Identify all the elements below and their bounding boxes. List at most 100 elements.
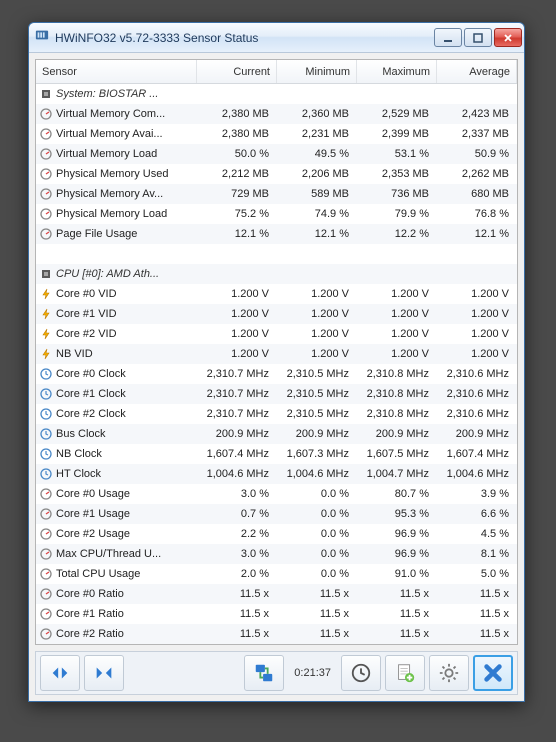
value-avg: 2,310.6 MHz (437, 388, 517, 400)
sensor-row[interactable]: HT Clock1,004.6 MHz1,004.6 MHz1,004.7 MH… (36, 464, 517, 484)
value-min: 1.200 V (277, 308, 357, 320)
sensor-row[interactable]: Physical Memory Av...729 MB589 MB736 MB6… (36, 184, 517, 204)
value-avg: 4.5 % (437, 528, 517, 540)
sensor-row[interactable]: Core #1 VID1.200 V1.200 V1.200 V1.200 V (36, 304, 517, 324)
sensor-name: Core #2 Clock (56, 408, 126, 420)
table-body[interactable]: System: BIOSTAR ... Virtual Memory Com...… (36, 84, 517, 644)
settings-button[interactable] (429, 655, 469, 691)
value-min: 2,310.5 MHz (277, 408, 357, 420)
gauge-icon (40, 488, 52, 500)
table-header[interactable]: Sensor Current Minimum Maximum Average (36, 60, 517, 84)
refresh-button[interactable] (244, 655, 284, 691)
close-sensors-button[interactable] (473, 655, 513, 691)
bolt-icon (40, 348, 52, 360)
col-maximum[interactable]: Maximum (357, 60, 437, 83)
value-max: 1.200 V (357, 308, 437, 320)
sensor-row[interactable]: Virtual Memory Com...2,380 MB2,360 MB2,5… (36, 104, 517, 124)
value-current: 2,310.7 MHz (197, 388, 277, 400)
chip-icon (40, 268, 52, 280)
minimize-button[interactable] (434, 28, 462, 47)
sensor-table: Sensor Current Minimum Maximum Average S… (35, 59, 518, 645)
value-min: 1,004.6 MHz (277, 468, 357, 480)
value-avg: 3.9 % (437, 488, 517, 500)
value-max: 2,353 MB (357, 168, 437, 180)
clock-button[interactable] (341, 655, 381, 691)
sensor-row[interactable]: Total CPU Usage2.0 %0.0 %91.0 %5.0 % (36, 564, 517, 584)
sensor-name: Virtual Memory Com... (56, 108, 165, 120)
close-button[interactable] (494, 28, 522, 47)
gauge-icon (40, 208, 52, 220)
sensor-name: Virtual Memory Avai... (56, 128, 163, 140)
sensor-row[interactable]: Virtual Memory Load50.0 %49.5 %53.1 %50.… (36, 144, 517, 164)
sensor-row[interactable]: Core #2 Usage2.2 %0.0 %96.9 %4.5 % (36, 524, 517, 544)
sensor-row[interactable]: Physical Memory Used2,212 MB2,206 MB2,35… (36, 164, 517, 184)
value-max: 2,310.8 MHz (357, 388, 437, 400)
col-average[interactable]: Average (437, 60, 517, 83)
gauge-icon (40, 148, 52, 160)
sensor-row[interactable]: Core #2 Clock2,310.7 MHz2,310.5 MHz2,310… (36, 404, 517, 424)
value-current: 1.200 V (197, 308, 277, 320)
value-min: 1.200 V (277, 288, 357, 300)
sensor-name: HT Clock (56, 468, 101, 480)
sensor-name: Page File Usage (56, 228, 137, 240)
group-row[interactable]: CPU [#0]: AMD Ath... (36, 264, 517, 284)
value-current: 2,212 MB (197, 168, 277, 180)
value-current: 3.0 % (197, 548, 277, 560)
clockring-icon (40, 428, 52, 440)
sensor-row[interactable]: Core #2 VID1.200 V1.200 V1.200 V1.200 V (36, 324, 517, 344)
bolt-icon (40, 288, 52, 300)
value-current: 12.1 % (197, 228, 277, 240)
sensor-row[interactable]: Core #0 Usage3.0 %0.0 %80.7 %3.9 % (36, 484, 517, 504)
sensor-row[interactable]: Core #0 Ratio11.5 x11.5 x11.5 x11.5 x (36, 584, 517, 604)
gauge-icon (40, 188, 52, 200)
maximize-button[interactable] (464, 28, 492, 47)
sensor-row[interactable]: Max CPU/Thread U...3.0 %0.0 %96.9 %8.1 % (36, 544, 517, 564)
value-min: 0.0 % (277, 528, 357, 540)
value-current: 1.200 V (197, 328, 277, 340)
value-min: 12.1 % (277, 228, 357, 240)
col-sensor[interactable]: Sensor (36, 60, 197, 83)
sensor-row[interactable]: NB Clock1,607.4 MHz1,607.3 MHz1,607.5 MH… (36, 444, 517, 464)
sensor-row[interactable]: Core #1 Clock2,310.7 MHz2,310.5 MHz2,310… (36, 384, 517, 404)
sensor-row[interactable]: Bus Clock200.9 MHz200.9 MHz200.9 MHz200.… (36, 424, 517, 444)
value-current: 1.200 V (197, 348, 277, 360)
sensor-row[interactable]: Physical Memory Load75.2 %74.9 %79.9 %76… (36, 204, 517, 224)
gauge-icon (40, 548, 52, 560)
sensor-name: NB VID (56, 348, 93, 360)
expand-button[interactable] (40, 655, 80, 691)
value-max: 11.5 x (357, 608, 437, 620)
value-max: 11.5 x (357, 588, 437, 600)
sensor-row[interactable]: Virtual Memory Avai...2,380 MB2,231 MB2,… (36, 124, 517, 144)
value-min: 1,607.3 MHz (277, 448, 357, 460)
titlebar[interactable]: HWiNFO32 v5.72-3333 Sensor Status (29, 23, 524, 53)
sensor-row[interactable]: Page File Usage12.1 %12.1 %12.2 %12.1 % (36, 224, 517, 244)
sensor-row[interactable]: Core #0 Clock2,310.7 MHz2,310.5 MHz2,310… (36, 364, 517, 384)
sensor-row[interactable]: Core #0 VID1.200 V1.200 V1.200 V1.200 V (36, 284, 517, 304)
sensor-name: NB Clock (56, 448, 102, 460)
log-button[interactable] (385, 655, 425, 691)
value-current: 2,380 MB (197, 108, 277, 120)
value-avg: 2,310.6 MHz (437, 368, 517, 380)
sensor-row[interactable]: Core #1 Ratio11.5 x11.5 x11.5 x11.5 x (36, 604, 517, 624)
sensor-row[interactable]: Core #2 Ratio11.5 x11.5 x11.5 x11.5 x (36, 624, 517, 644)
col-minimum[interactable]: Minimum (277, 60, 357, 83)
value-current: 1,607.4 MHz (197, 448, 277, 460)
value-current: 3.0 % (197, 488, 277, 500)
sensor-row[interactable]: NB VID1.200 V1.200 V1.200 V1.200 V (36, 344, 517, 364)
sensor-name: Core #0 Ratio (56, 588, 124, 600)
value-min: 0.0 % (277, 568, 357, 580)
gauge-icon (40, 108, 52, 120)
collapse-button[interactable] (84, 655, 124, 691)
bolt-icon (40, 328, 52, 340)
value-current: 200.9 MHz (197, 428, 277, 440)
value-current: 11.5 x (197, 628, 277, 640)
sensor-name: System: BIOSTAR ... (56, 88, 158, 100)
value-avg: 200.9 MHz (437, 428, 517, 440)
value-current: 2,310.7 MHz (197, 408, 277, 420)
sensor-row[interactable]: Core #1 Usage0.7 %0.0 %95.3 %6.6 % (36, 504, 517, 524)
col-current[interactable]: Current (197, 60, 277, 83)
sensor-name: Core #2 Usage (56, 528, 130, 540)
sensor-name: Core #1 VID (56, 308, 117, 320)
group-row[interactable]: System: BIOSTAR ... (36, 84, 517, 104)
value-avg: 11.5 x (437, 608, 517, 620)
